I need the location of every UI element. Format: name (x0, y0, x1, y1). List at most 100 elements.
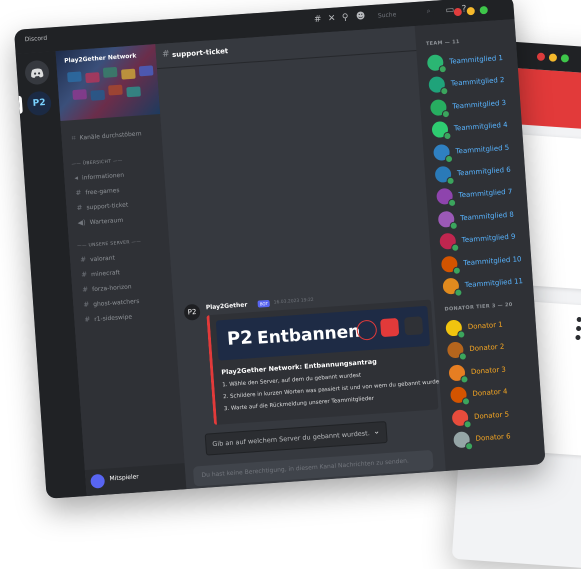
speaker-icon: ◀) (77, 218, 87, 228)
message-input[interactable]: Du hast keine Berechtigung, in diesem Ka… (192, 449, 434, 487)
member-list-item[interactable]: Teammitglied 1 (426, 49, 518, 74)
clock-icon (356, 319, 378, 341)
select-placeholder: Gib an auf welchem Server du gebannt wur… (212, 429, 371, 449)
member-list-item[interactable]: Teammitglied 10 (440, 250, 532, 275)
member-list-item[interactable]: Donator 5 (451, 404, 543, 429)
user-panel: Mitspieler (84, 463, 187, 497)
discord-window: Discord P2 Play2Gether Network ⌗ Kanäle … (14, 0, 546, 499)
hammer-icon (380, 317, 400, 338)
search-placeholder: Suche (377, 11, 397, 20)
server-name[interactable]: Play2Gether Network (64, 53, 137, 65)
user-name: Mitspieler (109, 473, 140, 483)
team-header: TEAM — 11 (425, 38, 460, 48)
member-list-item[interactable]: Teammitglied 4 (431, 116, 522, 141)
embed-banner: P2 Entbannen (215, 305, 431, 361)
online-status-icon (454, 288, 463, 297)
hash-icon: # (83, 300, 90, 309)
member-name: Teammitglied 5 (455, 143, 510, 156)
message-input-placeholder: Du hast keine Berechtigung, in diesem Ka… (201, 457, 410, 479)
embed-banner-title: Entbannen (256, 321, 361, 349)
threads-icon[interactable]: # (314, 15, 322, 26)
channel-r1-sideswipe[interactable]: # r1-sideswipe (84, 312, 132, 324)
member-list-item[interactable]: Teammitglied 11 (442, 272, 533, 297)
online-status-icon (446, 176, 455, 186)
member-list-item[interactable]: Teammitglied 5 (433, 138, 524, 163)
bot-badge: BOT (257, 299, 271, 308)
member-name: Teammitglied 3 (452, 98, 507, 111)
member-list-item[interactable]: Donator 6 (453, 426, 544, 451)
member-list-item[interactable]: Donator 2 (446, 337, 538, 362)
hash-icon: # (84, 315, 91, 324)
member-list-item[interactable]: Donator 3 (448, 359, 539, 384)
play2gether-logo: P2 (226, 327, 254, 350)
active-server-indicator (18, 95, 23, 114)
member-name: Teammitglied 4 (453, 120, 508, 133)
online-status-icon (457, 330, 466, 339)
member-list-item[interactable]: Teammitglied 7 (436, 183, 527, 208)
online-status-icon (447, 198, 457, 208)
close-window-icon[interactable] (536, 52, 546, 62)
voice-channel-warteraum[interactable]: ◀) Warteraum (77, 216, 123, 227)
online-status-icon (449, 221, 458, 230)
online-status-icon (441, 109, 451, 119)
hash-icon: # (75, 188, 82, 198)
browse-channels[interactable]: ⌗ Kanäle durchstöbern (71, 129, 142, 143)
online-status-icon (461, 397, 471, 406)
members-icon[interactable]: ☻ (356, 11, 366, 22)
server-icon-play2gether[interactable]: P2 (26, 90, 52, 117)
online-status-icon (451, 243, 460, 253)
donator-header: DONATOR TIER 3 — 20 (444, 301, 513, 313)
hash-icon: # (82, 285, 89, 294)
member-list-item[interactable]: Teammitglied 8 (437, 205, 529, 230)
server-select-dropdown[interactable]: Gib an auf welchem Server du gebannt wur… (204, 420, 388, 456)
member-name: Donator 3 (470, 365, 507, 376)
member-list-item[interactable]: Donator 4 (450, 381, 541, 406)
channel-valorant[interactable]: # valorant (80, 254, 115, 264)
channel-ghost-watchers[interactable]: # ghost-watchers (83, 297, 140, 309)
channel-free-games[interactable]: # free-games (75, 186, 119, 198)
online-status-icon (444, 154, 454, 163)
member-list-item[interactable]: Teammitglied 9 (439, 228, 530, 253)
chevron-down-icon: ⌄ (372, 426, 381, 436)
channel-title: support-ticket (171, 47, 229, 60)
channel-support-ticket[interactable]: # support-ticket (76, 200, 128, 212)
category-servers[interactable]: —— UNSERE SERVER —— (77, 240, 141, 249)
member-name: Donator 1 (467, 320, 504, 332)
member-list-item[interactable]: Teammitglied 6 (434, 161, 526, 186)
member-name: Teammitglied 2 (450, 76, 505, 89)
megaphone-icon: ◂ (74, 173, 79, 183)
member-list-item[interactable]: Teammitglied 2 (428, 71, 519, 96)
member-list-item[interactable]: Donator 1 (445, 314, 536, 339)
discord-home-icon[interactable] (24, 59, 50, 86)
maximize-window-icon[interactable] (560, 54, 570, 63)
mute-icon[interactable]: ✕ (328, 14, 336, 25)
message-avatar[interactable]: P2 (183, 303, 201, 321)
pin-icon[interactable]: ⚲ (342, 13, 349, 23)
member-name: Donator 4 (472, 387, 508, 399)
member-name: Donator 2 (469, 342, 505, 354)
online-status-icon (460, 374, 469, 384)
member-name: Teammitglied 6 (456, 165, 512, 178)
hash-icon: # (79, 255, 87, 264)
member-list-item[interactable]: Teammitglied 3 (429, 94, 521, 119)
app-name: Discord (24, 34, 48, 44)
member-name: Donator 5 (473, 410, 510, 421)
minimize-window-icon[interactable] (548, 53, 558, 62)
server-banner: Play2Gether Network (55, 44, 161, 121)
avatar[interactable] (90, 473, 106, 489)
discord-icon (404, 316, 424, 336)
channel-forza-horizon[interactable]: # forza-horizon (82, 282, 132, 294)
member-name: Teammitglied 7 (458, 188, 513, 200)
channel-minecraft[interactable]: # minecraft (81, 268, 120, 279)
channel-informationen[interactable]: ◂ informationen (74, 171, 124, 182)
message-embed: P2 Entbannen Play2Gether Network: Entban… (206, 299, 446, 426)
hash-icon: # (161, 49, 170, 60)
member-name: Teammitglied 1 (448, 53, 504, 66)
category-overview[interactable]: —— ÜBERSICHT —— (71, 159, 122, 168)
message-timestamp: 16.03.2023 19:22 (273, 297, 314, 306)
online-status-icon (438, 64, 448, 74)
inbox-icon[interactable]: ▭ (445, 5, 454, 16)
more-options-icon[interactable] (575, 316, 581, 344)
message-author[interactable]: Play2Gether (206, 301, 248, 311)
help-icon[interactable]: ? (461, 4, 466, 14)
